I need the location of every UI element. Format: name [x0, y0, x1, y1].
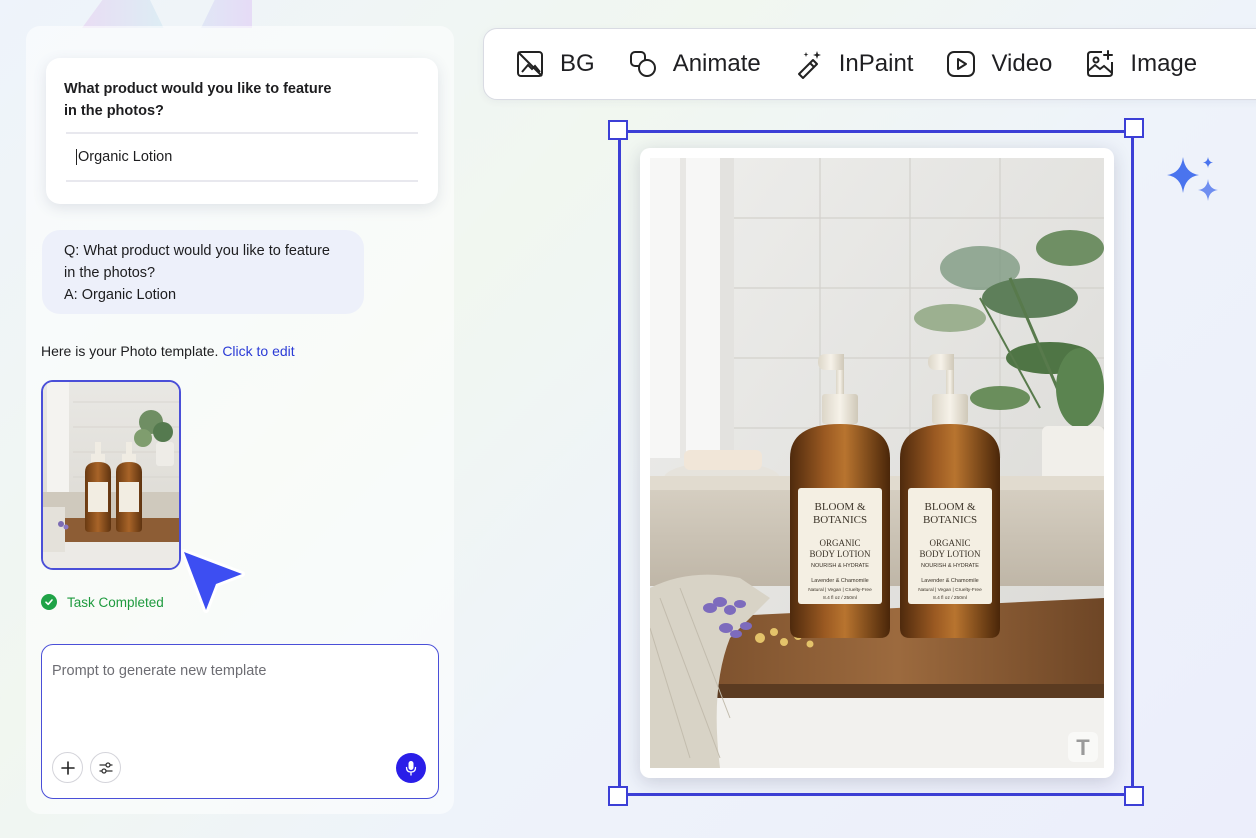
- question-text: What product would you like to feature i…: [64, 81, 332, 119]
- tool-image[interactable]: Image: [1084, 48, 1197, 80]
- product-photo: BLOOM & BOTANICS ORGANIC BODY LOTION NOU…: [650, 158, 1104, 768]
- add-button[interactable]: [52, 752, 83, 783]
- resize-handle-top-right[interactable]: [1124, 118, 1144, 138]
- decorative-shape: [82, 0, 252, 28]
- svg-text:Lavender & Chamomile: Lavender & Chamomile: [811, 578, 868, 584]
- svg-text:8.4 fl oz / 250ml: 8.4 fl oz / 250ml: [823, 595, 857, 601]
- svg-text:8.4 fl oz / 250ml: 8.4 fl oz / 250ml: [933, 595, 967, 601]
- svg-text:Natural | Vegan | Cruelty-Free: Natural | Vegan | Cruelty-Free: [808, 587, 872, 593]
- svg-text:NOURISH & HYDRATE: NOURISH & HYDRATE: [921, 563, 979, 569]
- answer-field[interactable]: Organic Lotion: [66, 132, 418, 182]
- video-play-icon: [947, 51, 976, 77]
- template-text: Here is your Photo template.: [41, 343, 219, 359]
- click-to-edit-link[interactable]: Click to edit: [222, 343, 294, 359]
- svg-text:BODY LOTION: BODY LOTION: [810, 549, 871, 559]
- svg-text:Natural | Vegan | Cruelty-Free: Natural | Vegan | Cruelty-Free: [918, 587, 982, 593]
- editing-toolbar: BG Animate InPaint Video Image: [483, 28, 1256, 100]
- tool-bg-label: BG: [560, 50, 595, 77]
- tool-bg[interactable]: BG: [514, 48, 595, 80]
- svg-text:NOURISH & HYDRATE: NOURISH & HYDRATE: [811, 563, 869, 569]
- sliders-icon: [98, 761, 113, 774]
- svg-text:BOTANICS: BOTANICS: [813, 514, 867, 526]
- canvas-image-card[interactable]: BLOOM & BOTANICS ORGANIC BODY LOTION NOU…: [640, 148, 1114, 778]
- answer-value: Organic Lotion: [78, 149, 173, 165]
- check-circle-icon: [41, 594, 57, 610]
- thumbnail-image: [43, 382, 179, 568]
- microphone-button[interactable]: [396, 753, 426, 783]
- resize-handle-top-left[interactable]: [608, 120, 628, 140]
- svg-text:BLOOM &: BLOOM &: [924, 501, 975, 513]
- tool-image-label: Image: [1130, 50, 1198, 77]
- qa-question: Q: What product would you like to featur…: [64, 243, 330, 281]
- qa-answer: A: Organic Lotion: [64, 287, 177, 303]
- sparkles-icon: [1167, 157, 1218, 201]
- template-message: Here is your Photo template. Click to ed…: [41, 343, 295, 359]
- animate-icon: [629, 51, 656, 77]
- tool-video[interactable]: Video: [945, 48, 1052, 80]
- tool-animate-label: Animate: [672, 50, 761, 77]
- tool-inpaint-label: InPaint: [838, 50, 914, 77]
- text-caret: [76, 149, 77, 165]
- prompt-input[interactable]: [52, 663, 422, 723]
- svg-text:BLOOM &: BLOOM &: [814, 501, 865, 513]
- magic-wand-icon: [797, 51, 821, 79]
- svg-text:ORGANIC: ORGANIC: [819, 538, 860, 548]
- tool-animate[interactable]: Animate: [627, 48, 761, 80]
- svg-text:BOTANICS: BOTANICS: [923, 514, 977, 526]
- pointer-cursor-icon: [181, 549, 245, 613]
- image-add-icon: [1087, 50, 1114, 77]
- resize-handle-bottom-left[interactable]: [608, 786, 628, 806]
- svg-text:Lavender & Chamomile: Lavender & Chamomile: [921, 578, 978, 584]
- svg-text:BODY LOTION: BODY LOTION: [920, 549, 981, 559]
- watermark-logo-icon: T: [1076, 735, 1090, 760]
- question-card: What product would you like to feature i…: [46, 58, 438, 204]
- plus-icon: [60, 760, 75, 775]
- tool-inpaint[interactable]: InPaint: [793, 48, 914, 80]
- resize-handle-bottom-right[interactable]: [1124, 786, 1144, 806]
- template-thumbnail[interactable]: [41, 380, 181, 570]
- prompt-box: [41, 644, 439, 799]
- qa-summary-bubble: Q: What product would you like to featur…: [42, 230, 364, 314]
- tool-video-label: Video: [991, 50, 1053, 77]
- task-status-label: Task Completed: [67, 594, 164, 610]
- task-status: Task Completed: [41, 594, 164, 610]
- settings-button[interactable]: [90, 752, 121, 783]
- microphone-icon: [405, 761, 417, 776]
- svg-text:ORGANIC: ORGANIC: [929, 538, 970, 548]
- remove-bg-icon: [517, 51, 543, 77]
